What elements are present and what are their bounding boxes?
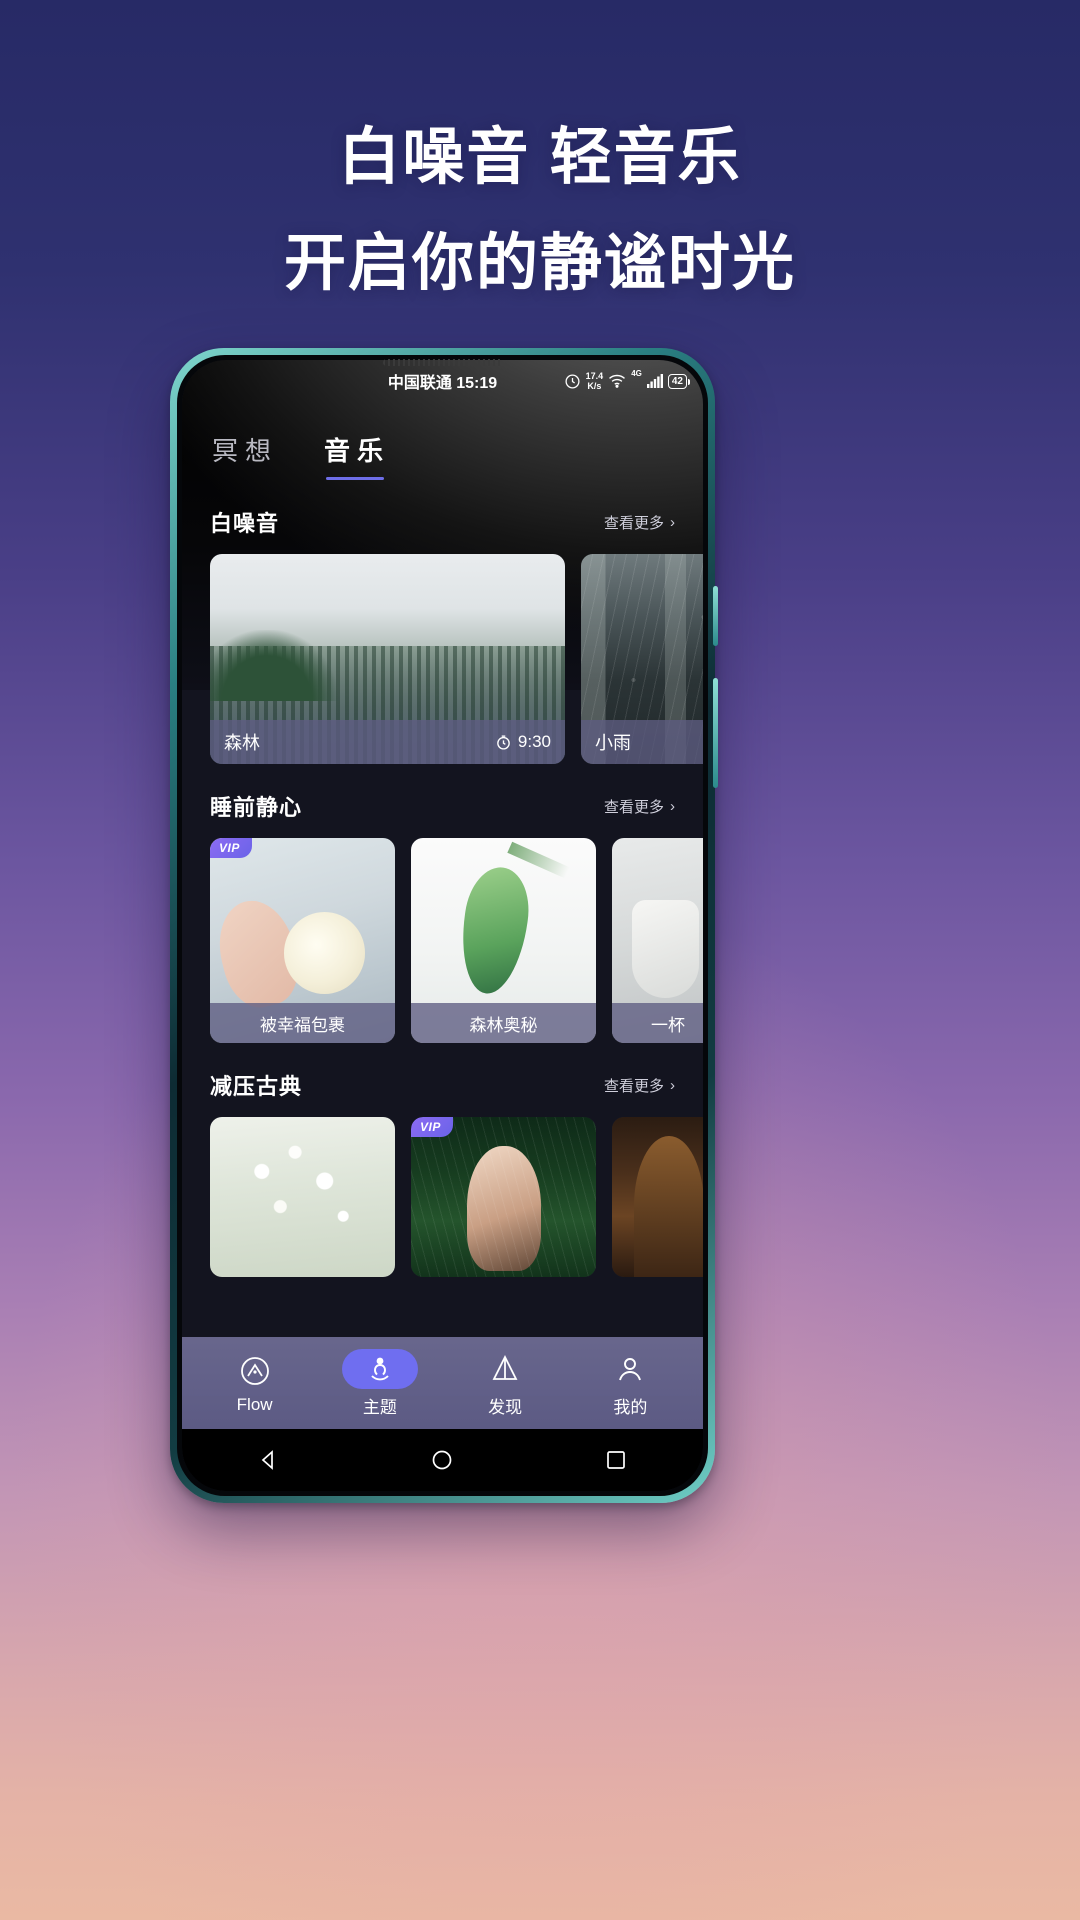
headline-line-1: 白噪音 轻音乐 [338, 123, 742, 192]
nav-label: Flow [236, 1395, 273, 1414]
card-wrapped-in-happiness[interactable]: VIP 被幸福包裹 [210, 838, 395, 1043]
network-speed: 17.4 K/s [586, 371, 604, 391]
white-flowers-artwork [210, 1117, 395, 1277]
flow-circle-icon [237, 1351, 273, 1391]
wifi-icon [608, 374, 626, 388]
nav-label: 主题 [362, 1397, 397, 1417]
section-title: 睡前静心 [210, 795, 303, 820]
card-title: 一杯 [651, 1015, 685, 1035]
nav-item-mine[interactable]: 我的 [575, 1349, 685, 1418]
section-header-white-noise: 白噪音 查看更多 › [182, 480, 703, 554]
carrier-and-time: 中国联通 15:19 [387, 375, 498, 392]
nav-label: 发现 [488, 1397, 523, 1417]
meditation-person-icon [341, 1348, 418, 1389]
card-row-white-noise[interactable]: 森林 9:30 小雨 [182, 554, 703, 764]
card-forest-mystery[interactable]: 森林奥秘 [411, 838, 596, 1043]
nav-item-discover[interactable]: 发现 [450, 1349, 560, 1418]
phone-bezel: 中国联通 15:19 17.4 K/s 4G 42 冥想 音乐 白噪音 查看更多… [177, 355, 708, 1496]
card-light-rain[interactable]: 小雨 [581, 554, 703, 764]
vip-badge: VIP [210, 838, 252, 858]
system-navigation-bar [182, 1429, 703, 1491]
tab-music[interactable]: 音乐 [324, 431, 390, 480]
phone-screen: 中国联通 15:19 17.4 K/s 4G 42 冥想 音乐 白噪音 查看更多… [182, 360, 703, 1491]
card-classical-3[interactable] [612, 1117, 703, 1277]
headline-line-2: 开启你的静谧时光 [283, 229, 796, 298]
section-title: 减压古典 [210, 1074, 303, 1099]
section-header-bedtime-calm: 睡前静心 查看更多 › [182, 764, 703, 838]
content-scroll[interactable]: 白噪音 查看更多 › 森林 9:30 小雨 睡前静心 查看更多 › VIP 被幸… [182, 480, 703, 1337]
card-caption-bar: 被幸福包裹 [210, 1003, 395, 1043]
nav-item-theme[interactable]: 主题 [325, 1348, 435, 1418]
see-more-label: 查看更多 [603, 514, 664, 532]
chevron-right-icon: › [670, 797, 675, 815]
nav-label: 我的 [613, 1397, 648, 1417]
network-speed-unit: K/s [587, 381, 602, 391]
app-root: 中国联通 15:19 17.4 K/s 4G 42 冥想 音乐 白噪音 查看更多… [182, 360, 703, 1491]
phone-mockup: 中国联通 15:19 17.4 K/s 4G 42 冥想 音乐 白噪音 查看更多… [170, 348, 718, 1503]
tab-meditation[interactable]: 冥想 [212, 431, 278, 480]
card-a-cup[interactable]: 一杯 [612, 838, 703, 1043]
poster-headline: 白噪音 轻音乐 开启你的静谧时光 [0, 116, 1080, 306]
card-thumbnail [210, 1117, 395, 1277]
see-more-label: 查看更多 [603, 798, 664, 816]
nav-item-flow[interactable]: Flow [200, 1351, 310, 1415]
vip-badge: VIP [411, 1117, 453, 1137]
see-more-white-noise[interactable]: 查看更多 › [604, 512, 675, 533]
battery-indicator: 42 [667, 373, 691, 389]
card-forest[interactable]: 森林 9:30 [210, 554, 565, 764]
earpiece-speaker [382, 359, 503, 366]
bottom-navigation: Flow 主题 发现 我的 [182, 1337, 703, 1429]
status-bar: 中国联通 15:19 17.4 K/s 4G 42 [182, 360, 703, 402]
card-caption-bar: 森林 9:30 [210, 720, 565, 764]
see-more-label: 查看更多 [603, 1077, 664, 1095]
triangle-back-icon[interactable] [256, 1447, 282, 1473]
chevron-right-icon: › [670, 513, 675, 531]
power-button [713, 678, 718, 788]
card-title: 小雨 [595, 733, 631, 753]
card-thumbnail [612, 1117, 703, 1277]
card-caption-bar: 森林奥秘 [411, 1003, 596, 1043]
card-caption-bar: 一杯 [612, 1003, 703, 1043]
arch-artwork [612, 1117, 703, 1277]
card-title: 被幸福包裹 [260, 1015, 345, 1035]
card-row-classical[interactable]: VIP [182, 1117, 703, 1277]
volume-button [713, 586, 718, 646]
section-header-classical: 减压古典 查看更多 › [182, 1043, 703, 1117]
person-icon [614, 1349, 646, 1389]
card-duration-text: 9:30 [517, 732, 551, 751]
card-classical-1[interactable] [210, 1117, 395, 1277]
top-tabs: 冥想 音乐 [182, 402, 703, 480]
network-speed-value: 17.4 [585, 371, 604, 381]
square-recents-icon[interactable] [603, 1447, 629, 1473]
alarm-icon [564, 373, 581, 390]
status-bar-center: 中国联通 15:19 [388, 369, 497, 393]
status-bar-right: 17.4 K/s 4G 42 [564, 360, 691, 402]
card-caption-bar: 小雨 [581, 720, 703, 764]
woman-forest-artwork [411, 1117, 596, 1277]
card-row-bedtime-calm[interactable]: VIP 被幸福包裹 森林奥秘 一杯 [182, 838, 703, 1043]
network-type-label: 4G [631, 369, 642, 378]
see-more-classical[interactable]: 查看更多 › [604, 1075, 675, 1096]
chevron-right-icon: › [670, 1076, 675, 1094]
card-thumbnail [411, 1117, 596, 1277]
prism-icon [488, 1349, 522, 1389]
battery-level: 42 [671, 375, 683, 387]
card-title: 森林 [224, 733, 260, 753]
card-title: 森林奥秘 [469, 1015, 538, 1035]
card-duration: 9:30 [495, 732, 551, 752]
signal-bars-icon [646, 374, 663, 388]
card-classical-2[interactable]: VIP [411, 1117, 596, 1277]
section-title: 白噪音 [210, 511, 280, 536]
circle-home-icon[interactable] [429, 1447, 455, 1473]
clock-icon [495, 734, 512, 751]
see-more-bedtime-calm[interactable]: 查看更多 › [604, 796, 675, 817]
